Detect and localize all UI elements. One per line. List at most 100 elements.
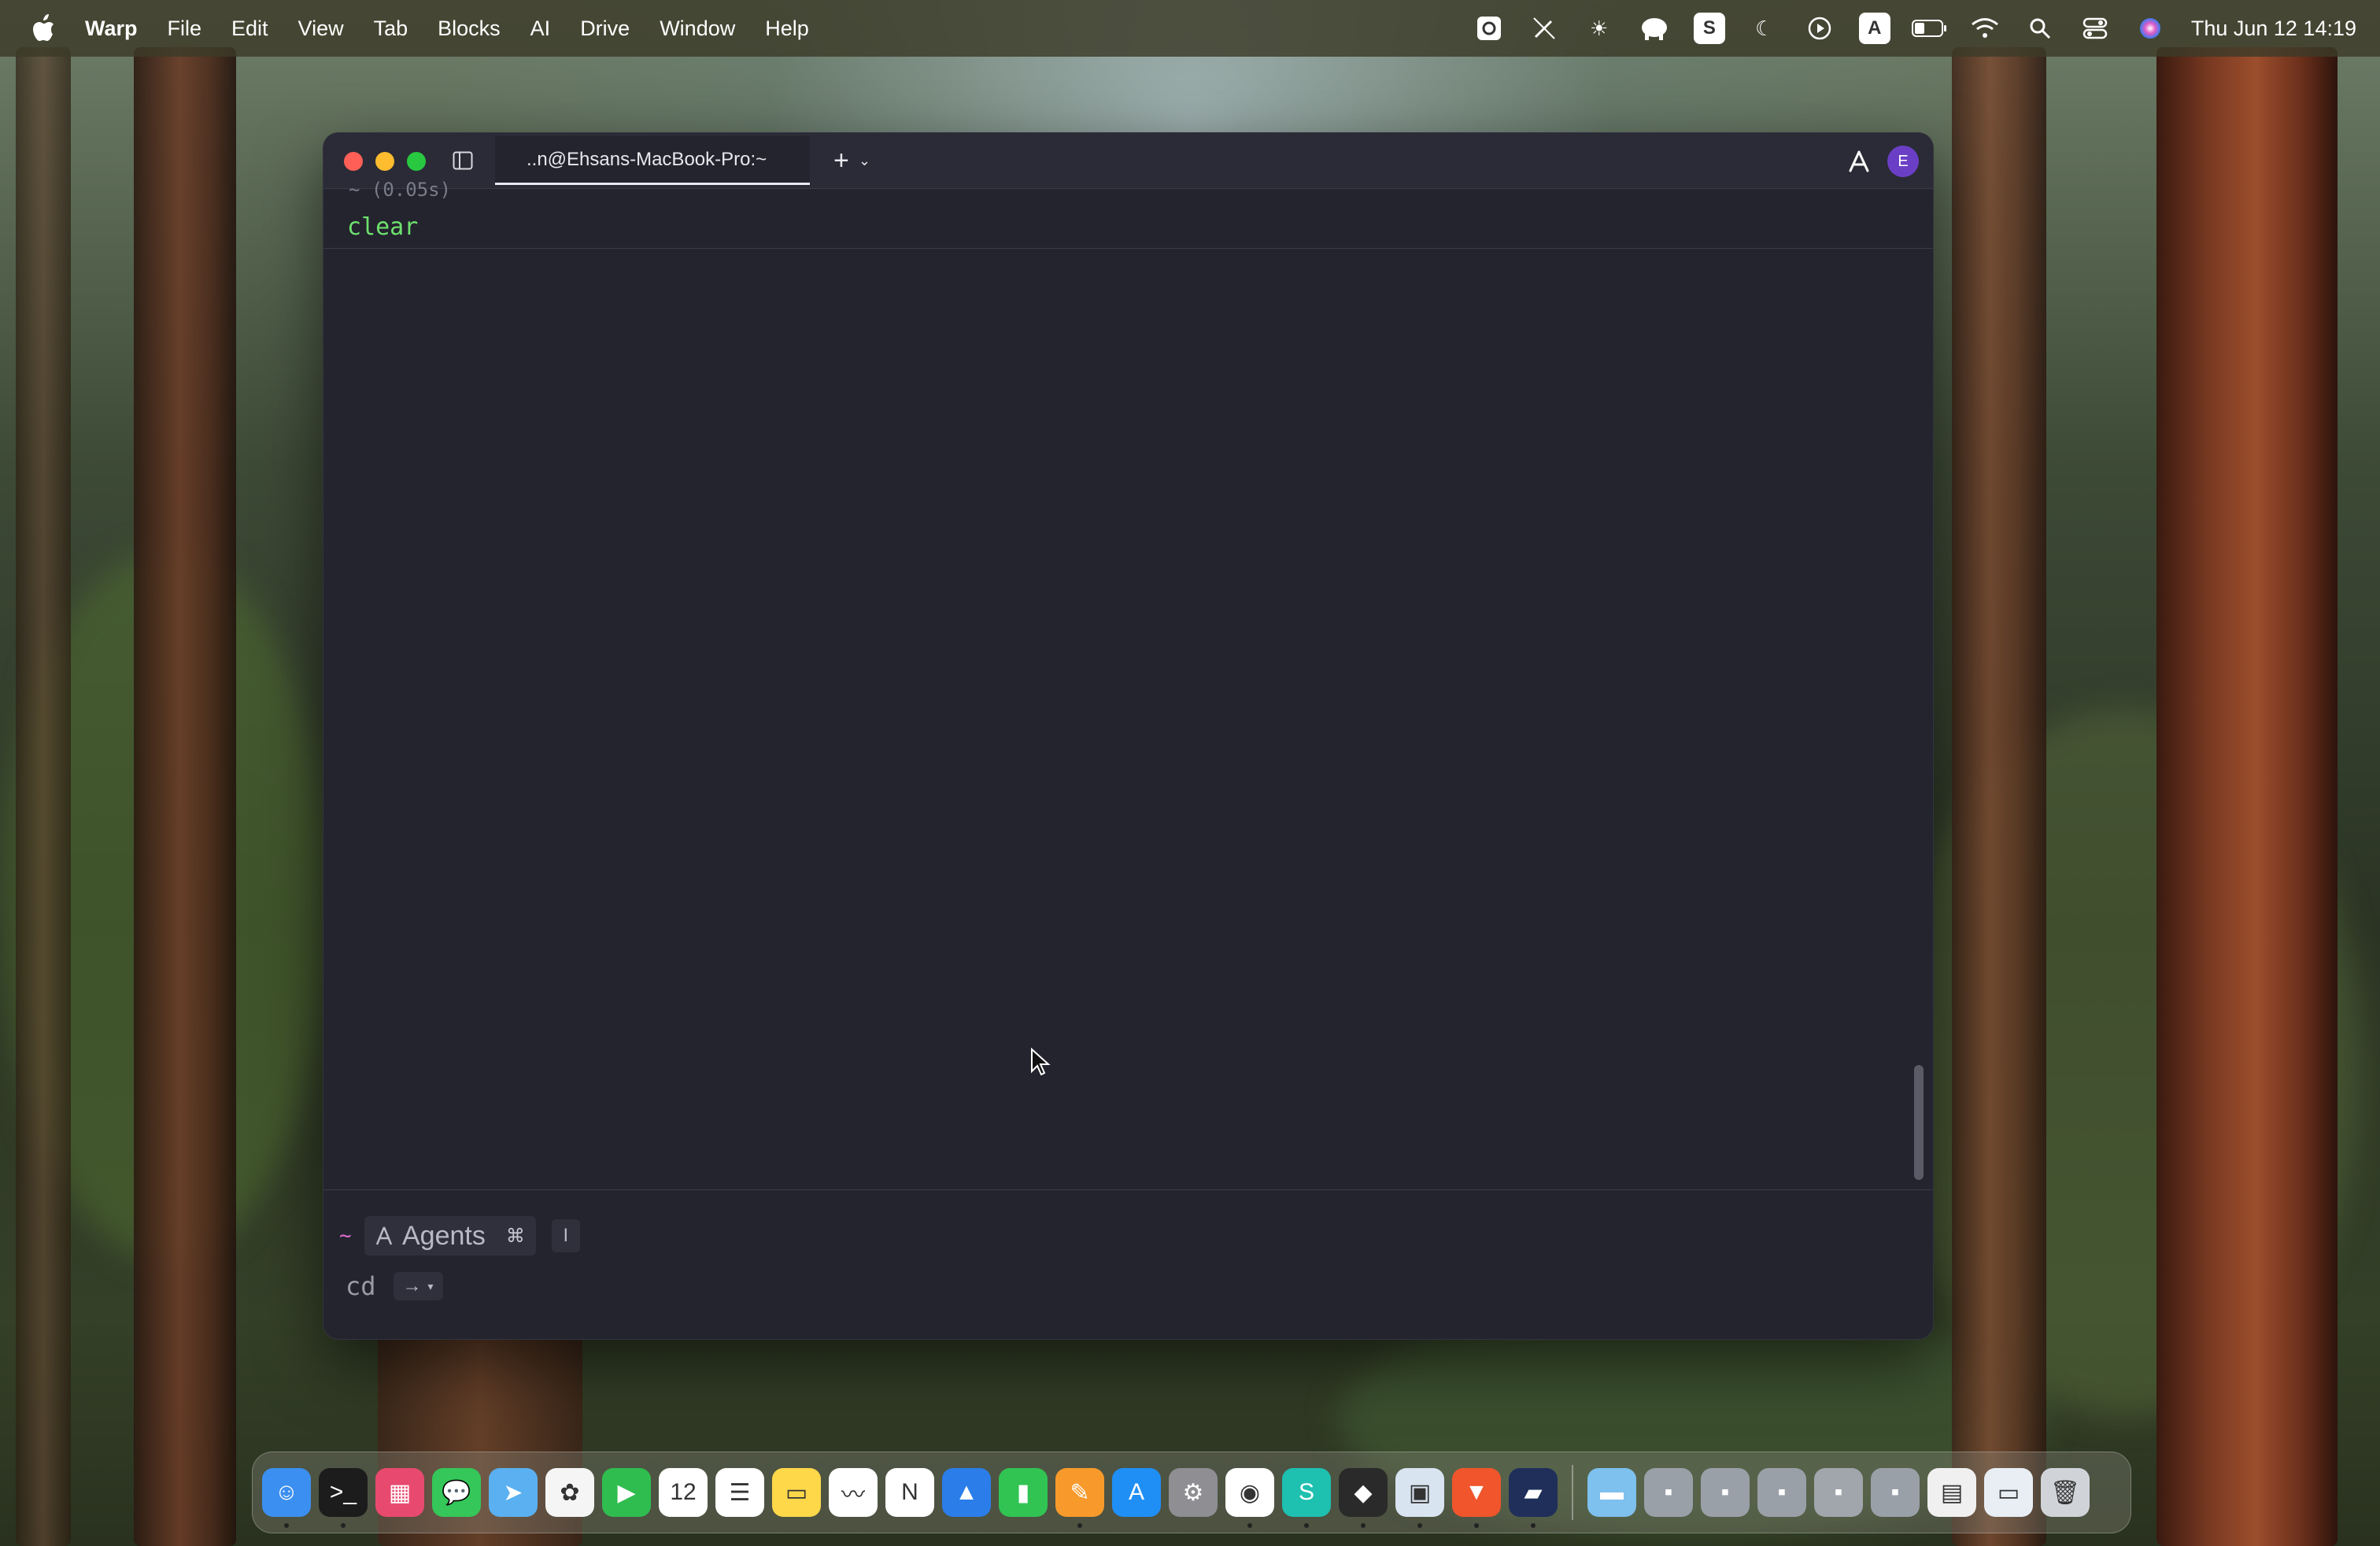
- calendar-icon[interactable]: 12: [659, 1468, 708, 1517]
- wifi-icon[interactable]: [1966, 9, 2004, 47]
- numbers-icon[interactable]: ▮: [999, 1468, 1048, 1517]
- chevron-down-icon: ▾: [427, 1279, 434, 1293]
- no-pen-icon[interactable]: [1525, 9, 1563, 47]
- menu-view[interactable]: View: [298, 17, 344, 41]
- menu-edit[interactable]: Edit: [231, 17, 268, 41]
- minimized-pages-icon[interactable]: ▪: [1814, 1468, 1863, 1517]
- s-box-icon[interactable]: S: [1691, 9, 1728, 47]
- finder-icon[interactable]: ☺: [262, 1468, 311, 1528]
- downloads-folder-icon[interactable]: ▬: [1587, 1468, 1636, 1517]
- tab-title: ..n@Ehsans-MacBook-Pro:~: [527, 148, 767, 170]
- running-indicator: [341, 1523, 346, 1528]
- search-icon[interactable]: [2021, 9, 2059, 47]
- block-header: ~ (0.05s): [349, 179, 452, 201]
- menu-app-name[interactable]: Warp: [85, 17, 138, 41]
- run-options-button[interactable]: → ▾: [393, 1272, 443, 1300]
- maps-icon[interactable]: ➤: [489, 1468, 538, 1517]
- running-indicator: [1361, 1523, 1366, 1528]
- arrow-right-icon: →: [402, 1275, 422, 1296]
- messages-icon[interactable]: 💬: [432, 1468, 481, 1517]
- minimized-window-icon[interactable]: ▪: [1701, 1468, 1750, 1517]
- agent-icon: [375, 1226, 393, 1245]
- running-indicator: [284, 1523, 289, 1528]
- menu-help[interactable]: Help: [765, 17, 809, 41]
- agents-button[interactable]: Agents ⌘: [364, 1216, 536, 1256]
- sidebar-toggle-icon[interactable]: [449, 147, 476, 174]
- apple-menu-icon[interactable]: [30, 13, 58, 44]
- menu-tab[interactable]: Tab: [374, 17, 408, 41]
- camera-icon[interactable]: [1470, 9, 1508, 47]
- agent-mode-icon[interactable]: [1843, 146, 1875, 177]
- surfshark-icon[interactable]: S: [1282, 1468, 1331, 1528]
- minimized-window-icon[interactable]: ▪: [1757, 1468, 1806, 1517]
- avatar[interactable]: E: [1887, 146, 1919, 177]
- photos-icon[interactable]: ✿: [545, 1468, 594, 1517]
- command-input[interactable]: cd: [339, 1271, 382, 1301]
- terminal-icon[interactable]: >_: [319, 1468, 368, 1528]
- terminal-output-area[interactable]: [342, 377, 1933, 1188]
- running-indicator: [1531, 1523, 1536, 1528]
- preview-icon[interactable]: ▣: [1395, 1468, 1444, 1528]
- cube-icon[interactable]: ◆: [1339, 1468, 1388, 1528]
- wallpaper-tree-trunk: [134, 47, 236, 1546]
- new-tab-button[interactable]: + ⌄: [824, 144, 889, 177]
- scrollbar[interactable]: [1914, 1065, 1924, 1180]
- elephant-icon[interactable]: [1635, 9, 1673, 47]
- control-center-icon[interactable]: [2076, 9, 2114, 47]
- maximize-button[interactable]: [407, 152, 426, 171]
- block-command[interactable]: clear: [347, 213, 418, 241]
- battery-icon[interactable]: [1911, 9, 1949, 47]
- reminders-icon[interactable]: ☰: [715, 1468, 764, 1517]
- cwd-indicator[interactable]: ~: [339, 1224, 357, 1248]
- running-indicator: [1474, 1523, 1479, 1528]
- block-divider: [323, 248, 1933, 249]
- text-cursor[interactable]: I: [551, 1219, 580, 1252]
- brave-icon[interactable]: ▼: [1452, 1468, 1501, 1528]
- facetime-icon[interactable]: ▶: [602, 1468, 651, 1517]
- minimized-window-icon[interactable]: ▪: [1871, 1468, 1920, 1517]
- plus-icon: +: [833, 145, 849, 176]
- minimized-document-icon[interactable]: ▤: [1927, 1468, 1976, 1517]
- window-controls: [344, 152, 426, 171]
- minimized-screenshot-icon[interactable]: ▭: [1984, 1468, 2033, 1517]
- input-divider: [323, 1189, 1933, 1190]
- moon-icon[interactable]: ☾: [1746, 9, 1783, 47]
- terminal-window: ..n@Ehsans-MacBook-Pro:~ + ⌄ E ~ (0.05s)…: [323, 132, 1934, 1340]
- minimized-window-icon[interactable]: ▪: [1644, 1468, 1693, 1517]
- launchpad-icon[interactable]: ▦: [375, 1468, 424, 1517]
- agents-label: Agents: [402, 1220, 486, 1251]
- a-box-icon[interactable]: A: [1856, 9, 1894, 47]
- menu-ai[interactable]: AI: [530, 17, 551, 41]
- keynote-icon[interactable]: ▲: [942, 1468, 991, 1517]
- notes-icon[interactable]: ▭: [772, 1468, 821, 1517]
- prompt-row: ~ Agents ⌘ I: [339, 1216, 580, 1256]
- menubar-clock[interactable]: Thu Jun 12 14:19: [2191, 17, 2356, 41]
- chrome-icon[interactable]: ◉: [1225, 1468, 1274, 1528]
- menu-drive[interactable]: Drive: [580, 17, 630, 41]
- settings-icon[interactable]: ⚙: [1169, 1468, 1218, 1517]
- app-store-icon[interactable]: A: [1112, 1468, 1161, 1517]
- close-button[interactable]: [344, 152, 363, 171]
- running-indicator: [1417, 1523, 1422, 1528]
- window-titlebar: ..n@Ehsans-MacBook-Pro:~ + ⌄ E: [323, 133, 1933, 189]
- siri-icon[interactable]: [2131, 9, 2169, 47]
- menu-window[interactable]: Window: [660, 17, 735, 41]
- notion-icon[interactable]: N: [885, 1468, 934, 1517]
- wallpaper-tree-trunk: [2156, 47, 2338, 1546]
- menu-blocks[interactable]: Blocks: [438, 17, 501, 41]
- play-icon[interactable]: [1801, 9, 1839, 47]
- command-input-row: cd → ▾: [339, 1267, 443, 1306]
- chevron-down-icon[interactable]: ⌄: [859, 153, 870, 169]
- minimize-button[interactable]: [375, 152, 394, 171]
- wallpaper-tree-trunk: [1952, 47, 2046, 1546]
- freeform-icon[interactable]: 〰: [829, 1468, 878, 1517]
- warp-icon[interactable]: ▰: [1509, 1468, 1558, 1528]
- tab-session[interactable]: ..n@Ehsans-MacBook-Pro:~: [495, 136, 810, 185]
- running-indicator: [1077, 1523, 1082, 1528]
- trash-icon[interactable]: 🗑: [2041, 1468, 2090, 1517]
- menu-file[interactable]: File: [168, 17, 202, 41]
- dock: ☺ >_ ▦ 💬 ➤ ✿ ▶ 12 ☰ ▭ 〰 N ▲ ▮ ✎ A ⚙ ◉ S ◆ ▣ ▼ ▰ ▬ ▪ ▪ ▪ ▪ ▪ ▤ ▭ 🗑: [252, 1452, 2131, 1533]
- menu-bar: Warp File Edit View Tab Blocks AI Drive …: [0, 0, 2380, 57]
- brightness-icon[interactable]: ☀: [1580, 9, 1618, 47]
- pages-icon[interactable]: ✎: [1055, 1468, 1104, 1528]
